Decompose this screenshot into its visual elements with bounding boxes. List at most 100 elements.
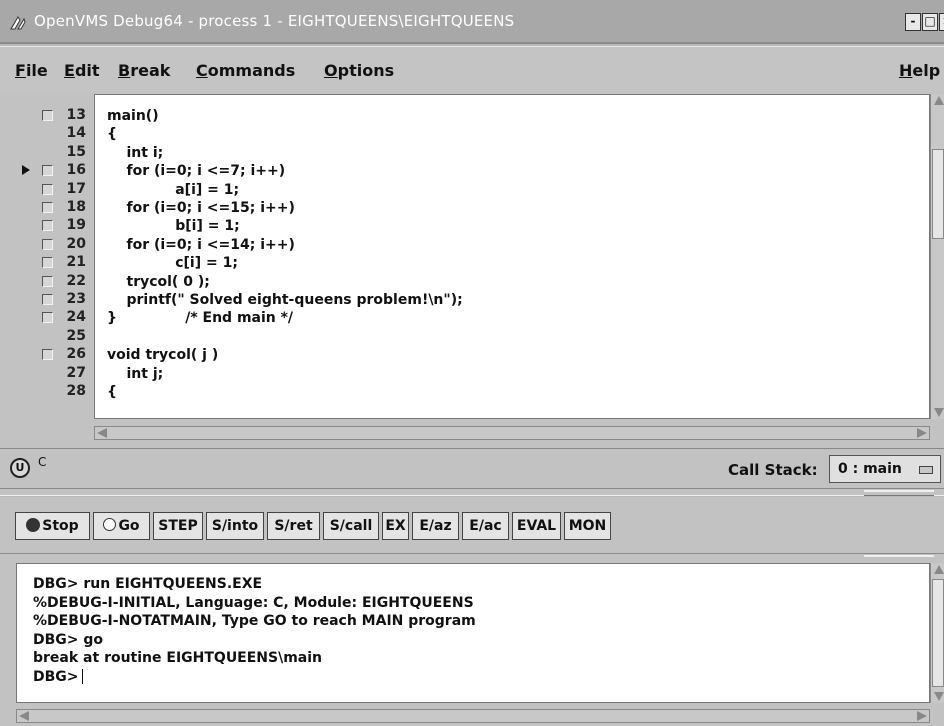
scroll-up-icon[interactable] bbox=[934, 565, 944, 574]
console-vertical-scrollbar[interactable] bbox=[930, 563, 944, 703]
source-line: { bbox=[107, 384, 117, 400]
toolbar-button-s-into[interactable]: S/into bbox=[206, 512, 264, 540]
toolbar-button-eval[interactable]: EVAL bbox=[512, 512, 561, 540]
source-line: int j; bbox=[107, 366, 164, 382]
line-number: 27 bbox=[66, 365, 86, 381]
command-console[interactable]: DBG> run EIGHTQUEENS.EXE %DEBUG-I-INITIAL… bbox=[16, 563, 930, 703]
go-icon bbox=[103, 518, 117, 531]
breakpoint-toggle-icon[interactable] bbox=[42, 184, 53, 195]
source-line: a[i] = 1; bbox=[107, 182, 240, 198]
console-line: DBG> go bbox=[33, 632, 103, 649]
line-number: 21 bbox=[66, 254, 86, 270]
line-number: 28 bbox=[66, 383, 86, 399]
toolbar-button-stop[interactable]: Stop bbox=[15, 512, 90, 540]
toolbar-button-s-ret[interactable]: S/ret bbox=[267, 512, 320, 540]
scroll-left-icon[interactable] bbox=[19, 711, 29, 721]
stop-icon bbox=[26, 518, 41, 532]
console-text: DBG> bbox=[33, 668, 79, 685]
button-bar: Stop Go STEP S/into S/ret S/call EX E/az E/ac EVA… bbox=[0, 497, 944, 553]
breakpoint-toggle-icon[interactable] bbox=[42, 294, 53, 305]
line-number: 22 bbox=[66, 273, 86, 289]
menu-options[interactable]: Options bbox=[324, 61, 394, 80]
scroll-right-icon[interactable] bbox=[917, 428, 927, 438]
source-line: printf(" Solved eight-queens problem!\n"… bbox=[107, 292, 463, 308]
console-line: DBG> run EIGHTQUEENS.EXE bbox=[33, 576, 262, 593]
scroll-down-icon[interactable] bbox=[934, 408, 944, 417]
line-number: 14 bbox=[66, 125, 86, 141]
source-line: { bbox=[107, 126, 117, 142]
toolbar-button-label: MON bbox=[568, 518, 607, 534]
menu-file-rest: ile bbox=[25, 61, 48, 80]
gutter-line: 28 bbox=[0, 383, 92, 400]
toolbar-button-label: S/call bbox=[329, 518, 373, 534]
pane-sash[interactable] bbox=[0, 488, 944, 496]
toolbar-button-s-call[interactable]: S/call bbox=[323, 512, 379, 540]
breakpoint-toggle-icon[interactable] bbox=[42, 257, 53, 268]
gutter-line: 19 bbox=[0, 217, 92, 234]
breakpoint-toggle-icon[interactable] bbox=[42, 349, 53, 360]
source-line: main() bbox=[107, 108, 159, 124]
maximize-button[interactable]: □ bbox=[922, 13, 938, 31]
line-number: 26 bbox=[66, 346, 86, 362]
menu-break[interactable]: Break bbox=[118, 61, 170, 80]
source-pane: 13 14 15 16 17 18 19 20 21 22 23 24 25 26 27 28 main() {… bbox=[0, 92, 944, 448]
gutter-line: 21 bbox=[0, 254, 92, 271]
scroll-right-icon[interactable] bbox=[917, 711, 927, 721]
console-horizontal-scrollbar[interactable] bbox=[16, 709, 930, 723]
source-vertical-scrollbar[interactable] bbox=[930, 94, 944, 419]
gutter-line: 24 bbox=[0, 309, 92, 326]
line-number: 13 bbox=[66, 107, 86, 123]
toolbar-button-label: S/into bbox=[211, 518, 259, 534]
option-menu-icon bbox=[919, 466, 933, 474]
gutter-line: 27 bbox=[0, 365, 92, 382]
console-line: break at routine EIGHTQUEENS\main bbox=[33, 650, 322, 667]
source-line: for (i=0; i <=15; i++) bbox=[107, 200, 295, 216]
toolbar-button-mon[interactable]: MON bbox=[564, 512, 611, 540]
gutter-line: 17 bbox=[0, 181, 92, 198]
source-line: c[i] = 1; bbox=[107, 255, 238, 271]
scroll-up-icon[interactable] bbox=[934, 96, 944, 105]
toolbar-button-label: E/az bbox=[419, 518, 452, 534]
toolbar-button-step[interactable]: STEP bbox=[153, 512, 203, 540]
close-button[interactable]: × bbox=[939, 13, 944, 31]
toolbar-button-go[interactable]: Go bbox=[93, 512, 150, 540]
gutter-line: 22 bbox=[0, 273, 92, 290]
breakpoint-toggle-icon[interactable] bbox=[42, 110, 53, 121]
u-indicator-icon[interactable]: U bbox=[10, 458, 30, 478]
source-line: for (i=0; i <=14; i++) bbox=[107, 237, 295, 253]
breakpoint-toggle-icon[interactable] bbox=[42, 239, 53, 250]
breakpoint-toggle-icon[interactable] bbox=[42, 312, 53, 323]
breakpoint-toggle-icon[interactable] bbox=[42, 220, 53, 231]
minimize-button[interactable]: - bbox=[905, 13, 921, 31]
scroll-thumb[interactable] bbox=[932, 579, 944, 687]
menu-help[interactable]: Help bbox=[899, 61, 940, 80]
menu-edit[interactable]: Edit bbox=[64, 61, 100, 80]
scroll-down-icon[interactable] bbox=[934, 692, 944, 701]
source-horizontal-scrollbar[interactable] bbox=[94, 426, 930, 440]
menu-bar: File Edit Break Commands Options Help bbox=[0, 46, 944, 92]
menu-file[interactable]: File bbox=[15, 61, 48, 80]
scroll-thumb[interactable] bbox=[932, 149, 944, 239]
gutter-line: 16 bbox=[0, 162, 92, 179]
current-line-arrow-icon bbox=[22, 165, 30, 175]
console-text: DBG> go bbox=[33, 631, 104, 648]
call-stack-select[interactable]: 0 : main bbox=[829, 455, 941, 483]
toolbar-button-label: Go bbox=[118, 518, 140, 534]
console-text: %DEBUG-I-INITIAL, Language: C, Module: E… bbox=[33, 594, 474, 611]
toolbar-button-e-ac[interactable]: E/ac bbox=[462, 512, 509, 540]
console-text: %DEBUG-I-NOTATMAIN, Type GO to reach MAI… bbox=[33, 613, 476, 629]
gutter-line: 23 bbox=[0, 291, 92, 308]
app-icon bbox=[10, 16, 26, 30]
scroll-left-icon[interactable] bbox=[97, 428, 107, 438]
breakpoint-gutter: 13 14 15 16 17 18 19 20 21 22 23 24 25 26 27 28 bbox=[0, 92, 94, 422]
breakpoint-toggle-icon[interactable] bbox=[42, 165, 53, 176]
breakpoint-toggle-icon[interactable] bbox=[42, 276, 53, 287]
toolbar-button-e-az[interactable]: E/az bbox=[412, 512, 459, 540]
breakpoint-toggle-icon[interactable] bbox=[42, 202, 53, 213]
menu-commands[interactable]: Commands bbox=[196, 61, 295, 80]
text-cursor-icon bbox=[81, 668, 83, 684]
toolbar-button-ex[interactable]: EX bbox=[382, 512, 409, 540]
source-code-view[interactable]: main() { int i; for (i=0; i <=7; i++) a[i… bbox=[94, 94, 930, 419]
console-line: %DEBUG-I-NOTATMAIN, Type GO to reach MAI… bbox=[33, 613, 476, 630]
source-line: } /* End main */ bbox=[107, 310, 294, 326]
